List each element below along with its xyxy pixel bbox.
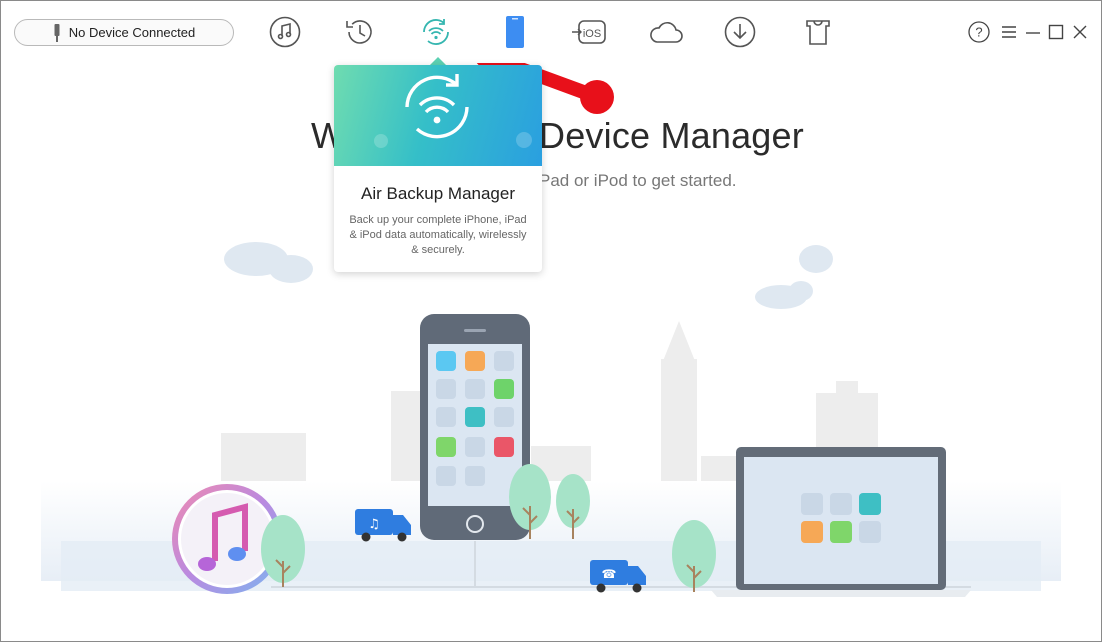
air-backup-icon[interactable]	[419, 15, 453, 49]
icloud-manager-icon[interactable]	[647, 15, 685, 49]
menu-icon[interactable]	[998, 21, 1020, 43]
air-backup-tooltip: Air Backup Manager Back up your complete…	[334, 65, 542, 272]
maximize-icon[interactable]	[1045, 21, 1067, 43]
close-icon[interactable]	[1069, 21, 1091, 43]
usb-cable-icon	[54, 23, 60, 42]
tooltip-title: Air Backup Manager	[360, 184, 516, 203]
backup-history-icon[interactable]	[343, 15, 377, 49]
downloader-icon[interactable]	[723, 15, 757, 49]
ios-mover-icon[interactable]: iOS	[571, 15, 607, 49]
device-status-pill[interactable]: No Device Connected	[14, 19, 234, 46]
air-backup-banner-icon	[374, 74, 532, 148]
help-glyph: ?	[975, 25, 982, 40]
red-arrow-annotation	[476, 63, 614, 114]
minimize-icon[interactable]	[1022, 21, 1044, 43]
device-manager-icon[interactable]	[498, 15, 532, 49]
ringtone-maker-icon[interactable]	[801, 15, 835, 49]
tooltip-description: Back up your complete iPhone, iPad & iPo…	[349, 214, 527, 256]
help-icon[interactable]: ?	[968, 21, 990, 43]
device-status-label: No Device Connected	[68, 25, 196, 40]
svg-text:iOS: iOS	[583, 28, 601, 40]
audio-manager-icon[interactable]	[268, 15, 302, 49]
welcome-screen: W Device Manager Pad or iPod to get star…	[1, 63, 1101, 641]
tooltip-banner	[334, 65, 542, 166]
top-toolbar: No Device Connected iOS ?	[1, 1, 1101, 63]
